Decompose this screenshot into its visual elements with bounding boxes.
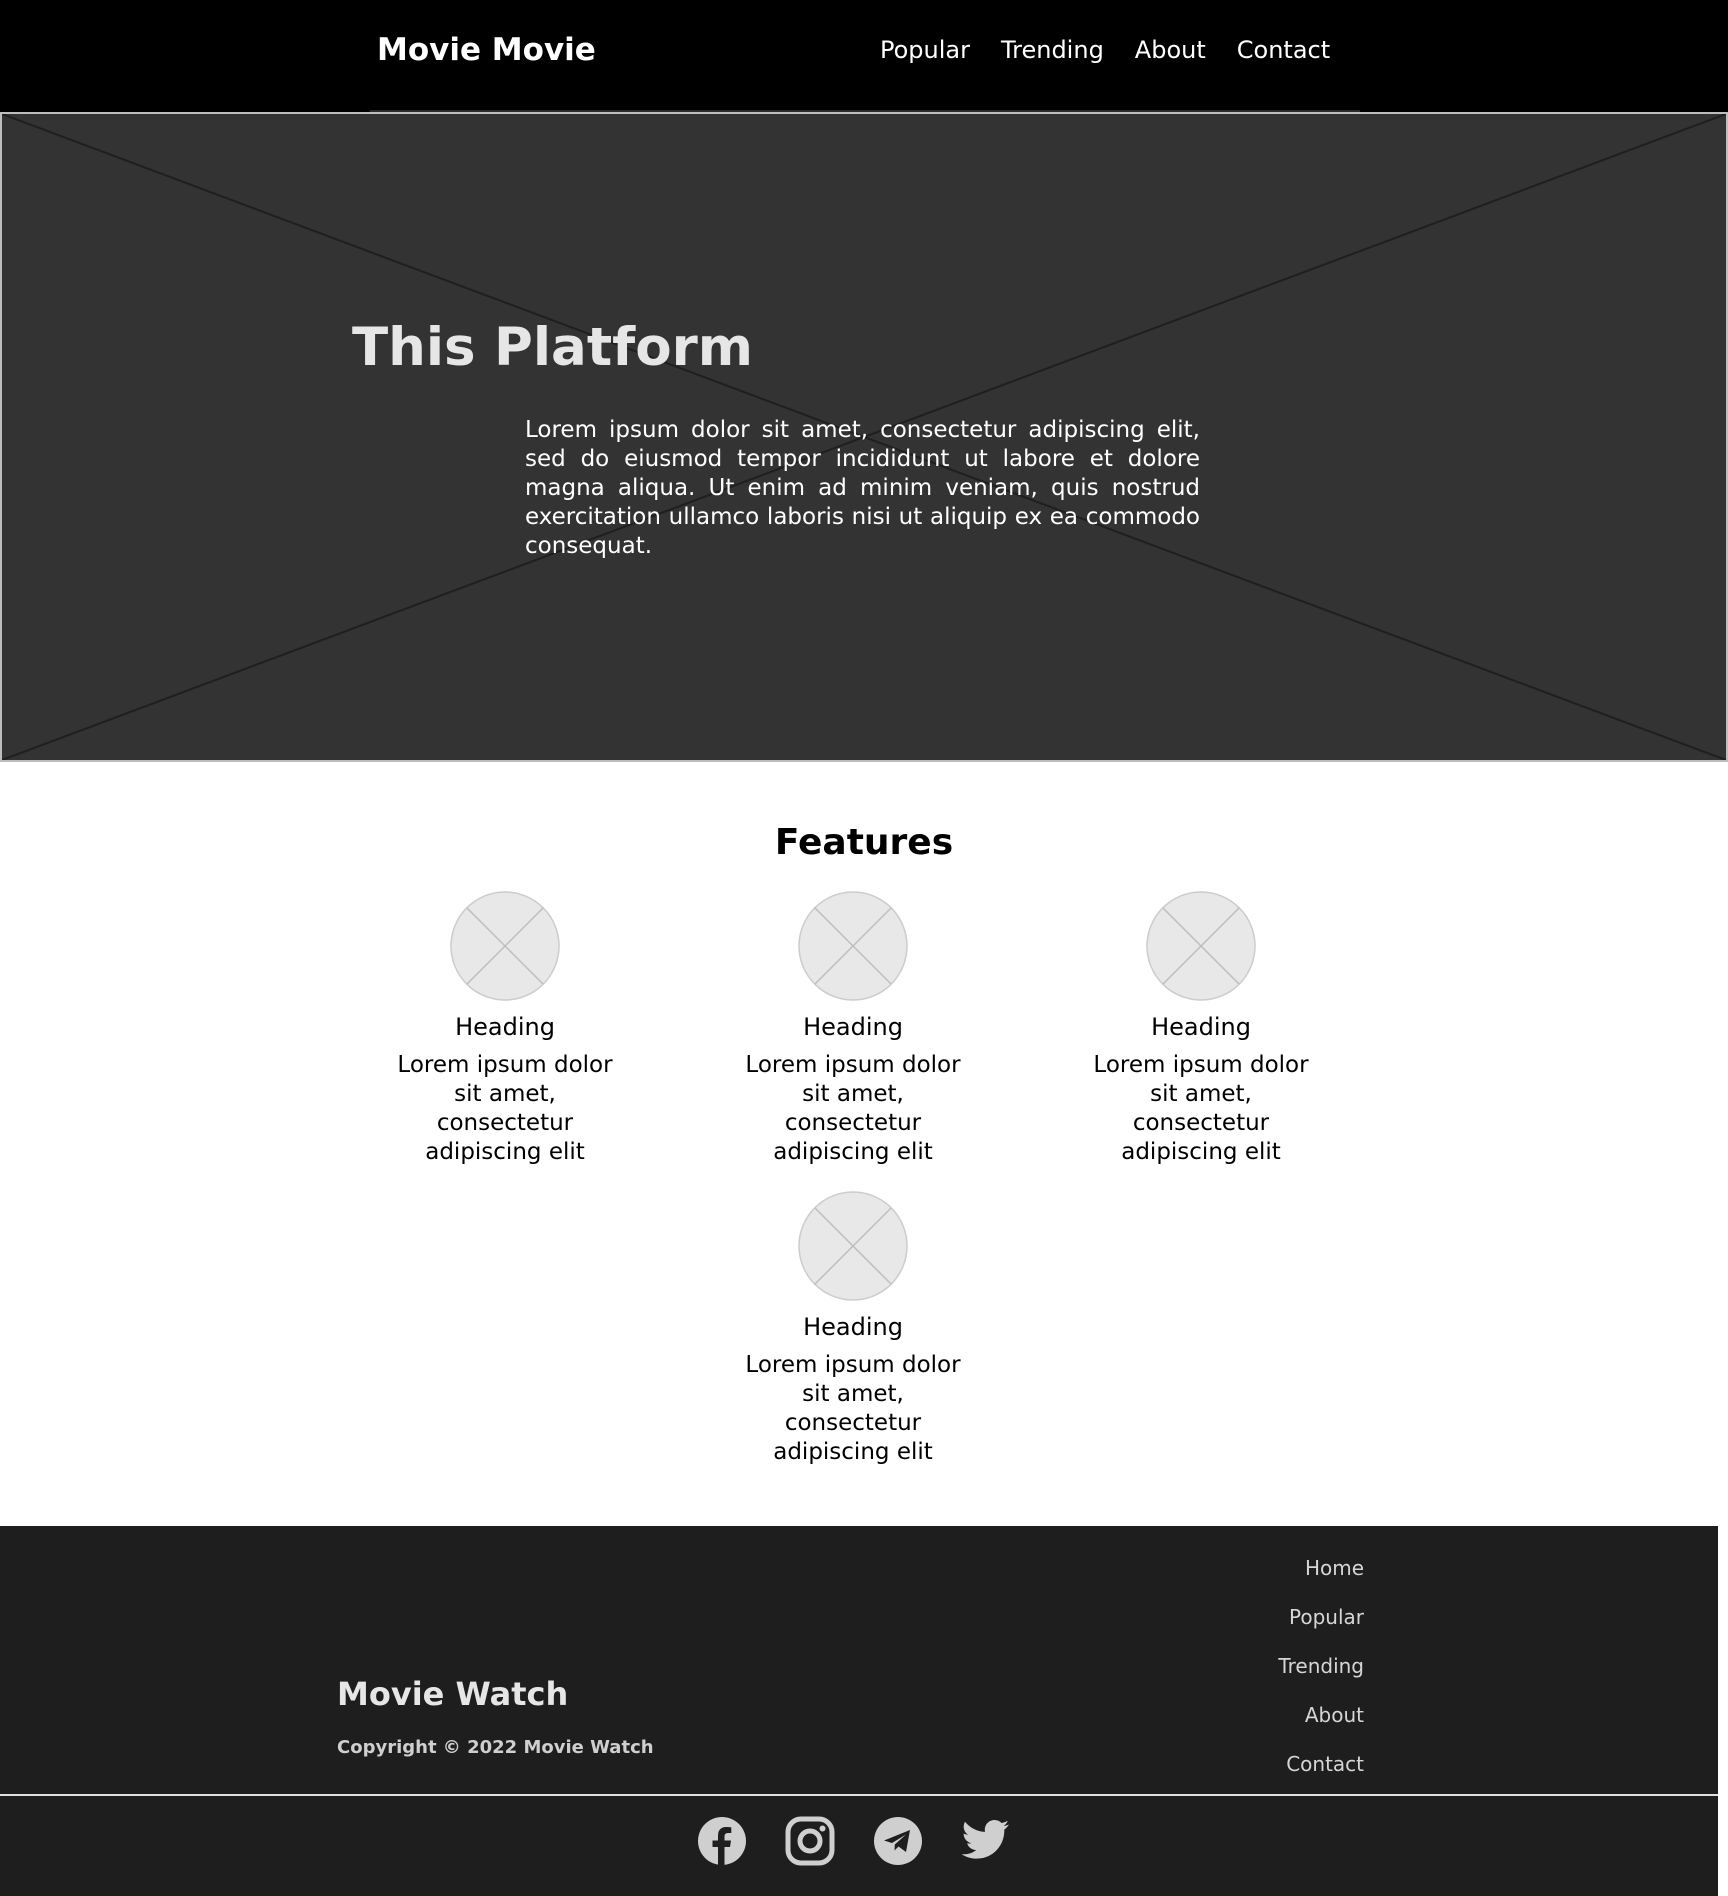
hero-description: Lorem ipsum dolor sit amet, consectetur … [525,417,1200,559]
feature-card: Heading Lorem ipsum dolor sit amet, cons… [375,891,635,1167]
feature-text: Lorem ipsum dolor sit amet, consectetur … [745,1052,961,1165]
footer-link-home[interactable]: Home [1278,1544,1364,1593]
nav-link-trending[interactable]: Trending [1001,28,1104,72]
feature-image-placeholder [450,891,560,1001]
twitter-icon[interactable] [961,1816,1011,1866]
feature-card: Heading Lorem ipsum dolor sit amet, cons… [1071,891,1331,1167]
features-title: Features [774,822,954,863]
feature-image-placeholder [798,1191,908,1301]
feature-image-placeholder [1146,891,1256,1001]
feature-card: Heading Lorem ipsum dolor sit amet, cons… [723,1191,983,1467]
site-brand[interactable]: Movie Movie [377,28,596,72]
facebook-icon[interactable] [697,1816,747,1866]
site-footer: Movie Watch Copyright © 2022 Movie Watch… [0,1526,1718,1896]
instagram-icon[interactable] [785,1816,835,1866]
footer-brand: Movie Watch [337,1675,569,1713]
feature-heading: Heading [1151,1013,1251,1041]
site-header: Movie Movie Popular Trending About Conta… [0,0,1728,112]
footer-divider [0,1794,1718,1796]
feature-heading: Heading [803,1313,903,1341]
nav-link-popular[interactable]: Popular [880,28,970,72]
feature-image-placeholder [798,891,908,1001]
footer-copyright: Copyright © 2022 Movie Watch [337,1737,654,1758]
footer-link-trending[interactable]: Trending [1278,1642,1364,1691]
footer-nav: Home Popular Trending About Contact [1278,1544,1364,1789]
footer-link-contact[interactable]: Contact [1278,1740,1364,1789]
feature-text: Lorem ipsum dolor sit amet, consectetur … [397,1052,613,1165]
hero-section: This Platform Lorem ipsum dolor sit amet… [0,112,1728,762]
feature-card: Heading Lorem ipsum dolor sit amet, cons… [723,891,983,1167]
social-links [697,1816,1011,1866]
footer-link-about[interactable]: About [1278,1691,1364,1740]
feature-text: Lorem ipsum dolor sit amet, consectetur … [745,1352,961,1465]
hero-title: This Platform [352,317,753,378]
feature-heading: Heading [455,1013,555,1041]
nav-link-about[interactable]: About [1135,28,1206,72]
footer-link-popular[interactable]: Popular [1278,1593,1364,1642]
telegram-icon[interactable] [873,1816,923,1866]
feature-text: Lorem ipsum dolor sit amet, consectetur … [1093,1052,1309,1165]
feature-heading: Heading [803,1013,903,1041]
nav-link-contact[interactable]: Contact [1237,28,1330,72]
main-nav: Popular Trending About Contact [880,28,1330,72]
